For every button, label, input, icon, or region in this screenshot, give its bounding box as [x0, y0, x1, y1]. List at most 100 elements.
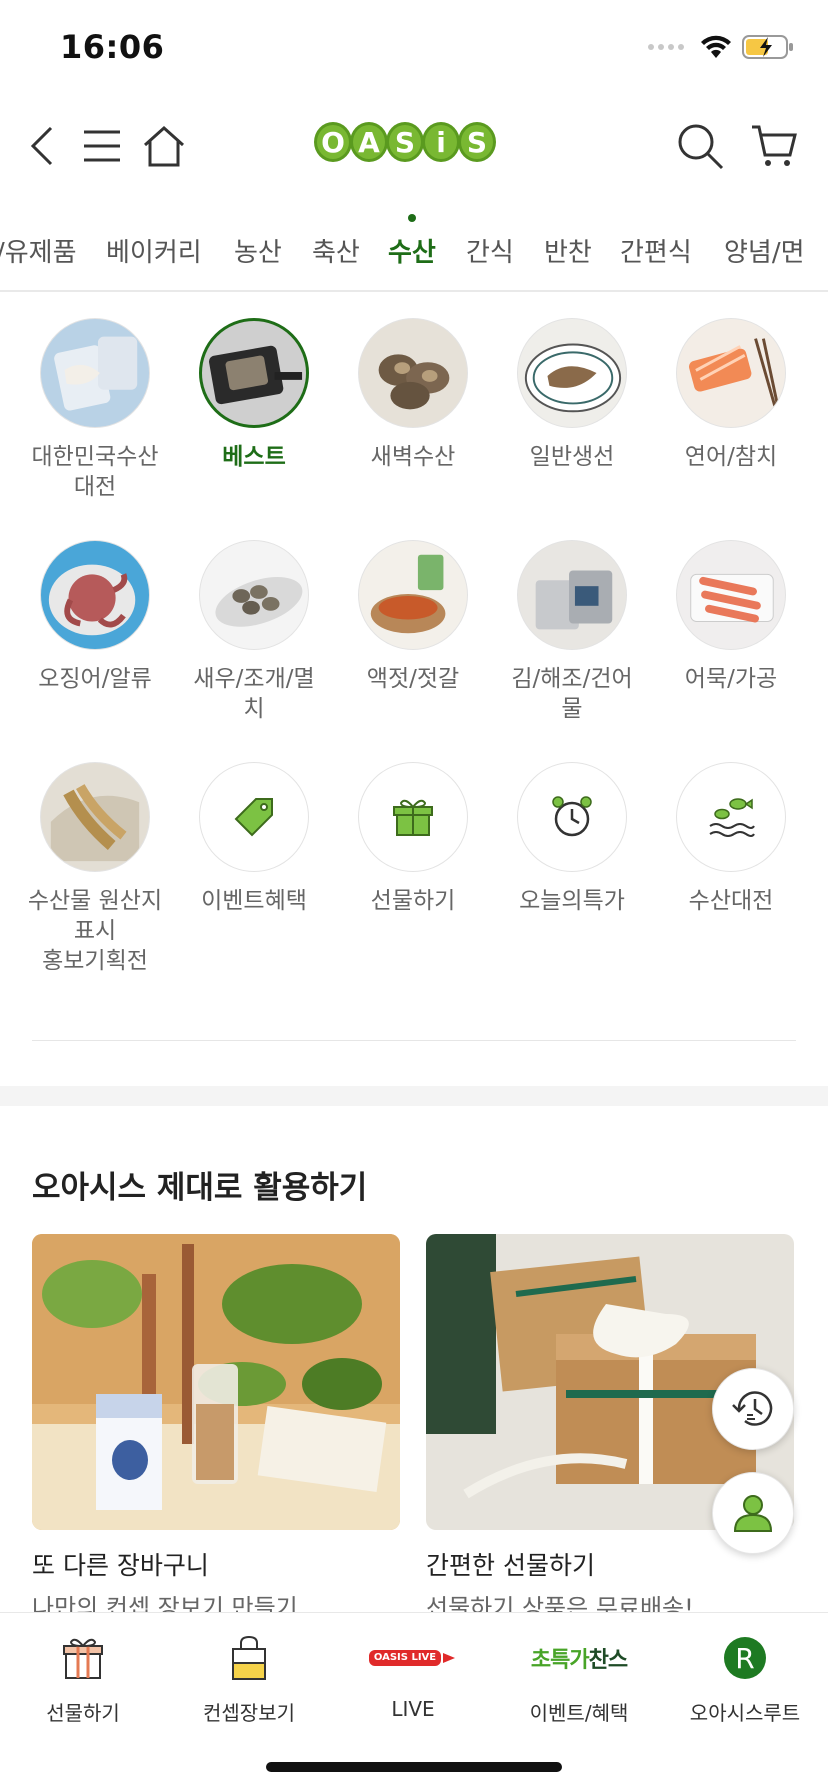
app-header: O A S i S: [0, 100, 828, 192]
subcategory-label: 선물하기: [370, 888, 456, 914]
subcategory-item[interactable]: 연어/참치: [651, 318, 811, 472]
gift-icon: [393, 799, 433, 836]
tab-meat[interactable]: 축산: [312, 232, 360, 269]
subcategory-image: [358, 318, 468, 428]
subcategory-label: 오늘의특가: [519, 888, 625, 914]
subcategory-item-gift[interactable]: 선물하기: [333, 762, 493, 916]
nav-label: 컨셉장보기: [203, 1701, 295, 1725]
battery-charging-icon: [742, 35, 793, 59]
subcategory-image: [199, 540, 309, 650]
promo-card-image: [32, 1234, 400, 1530]
tab-dairy[interactable]: /유제품: [0, 232, 77, 269]
subcategory-image: [517, 540, 627, 650]
subcategory-image: [40, 540, 150, 650]
logo-letter: A: [350, 122, 388, 162]
subcategory-item[interactable]: 수산물 원산지 표시 홍보기획전: [15, 762, 175, 976]
subcategory-icon-circle: [358, 762, 468, 872]
tab-produce[interactable]: 농산: [234, 232, 282, 269]
subcategory-label: 이벤트혜택: [201, 888, 307, 914]
promo-card-list: 또 다른 장바구니 나만의 컨셉 장보기 만들기 간편한 선물하기 선물하기 상…: [32, 1234, 828, 1622]
promo-card-concept-cart[interactable]: 또 다른 장바구니 나만의 컨셉 장보기 만들기: [32, 1234, 400, 1623]
subcategory-item[interactable]: 김/해조/건어 물: [492, 540, 652, 724]
divider: [32, 1040, 796, 1041]
subcategory-item[interactable]: 오징어/알류: [15, 540, 175, 694]
subcategory-label: 수산대전: [688, 888, 774, 914]
route-r-icon: R: [724, 1637, 766, 1679]
tab-bakery[interactable]: 베이커리: [106, 232, 202, 269]
chevron-left-icon: [30, 126, 53, 166]
search-icon: [678, 124, 724, 170]
subcategory-icon-circle: [517, 762, 627, 872]
home-button[interactable]: [138, 120, 190, 172]
subcategory-label: 연어/참치: [684, 444, 778, 470]
cellular-signal-icon: [648, 44, 684, 50]
tab-seafood[interactable]: 수산: [388, 232, 436, 269]
nav-oasis-route[interactable]: R 오아시스루트: [662, 1629, 828, 1726]
subcategory-icon-circle: [676, 762, 786, 872]
subcategory-image: [40, 762, 150, 872]
subcategory-label: 일반생선: [529, 444, 615, 470]
subcategory-item-event[interactable]: 이벤트혜택: [174, 762, 334, 916]
logo-letter: S: [386, 122, 424, 162]
hamburger-menu-icon: [84, 130, 120, 162]
subcategory-icon-circle: [199, 762, 309, 872]
promo-card-title: 또 다른 장바구니: [32, 1551, 209, 1580]
deal-badge-dark: 찬스: [588, 1648, 628, 1673]
subcategory-label: 새벽수산: [370, 444, 456, 470]
subcategory-label: 새우/조개/멸 치: [193, 666, 315, 722]
nav-events[interactable]: 초특가찬스 이벤트/혜택: [496, 1629, 662, 1726]
route-r-letter: R: [735, 1641, 755, 1675]
live-badge: OASIS LIVE: [368, 1650, 442, 1666]
subcategory-label: 김/해조/건어 물: [511, 666, 633, 722]
home-icon: [143, 125, 185, 167]
nav-gift[interactable]: 선물하기: [0, 1629, 166, 1726]
tab-snacks[interactable]: 간식: [466, 232, 514, 269]
subcategory-label: 대한민국수산 대전: [31, 444, 159, 500]
tab-convenience-food[interactable]: 간편식: [620, 232, 692, 269]
subcategory-item[interactable]: 대한민국수산 대전: [15, 318, 175, 502]
subcategory-item[interactable]: 액젓/젓갈: [333, 540, 493, 694]
subcategory-label: 수산물 원산지 표시 홍보기획전: [27, 888, 163, 974]
subcategory-item-seafood-festival[interactable]: 수산대전: [651, 762, 811, 916]
subcategory-label: 베스트: [222, 444, 286, 470]
nav-label: 이벤트/혜택: [529, 1701, 629, 1725]
tab-seasoning-noodles[interactable]: 양념/면: [724, 232, 805, 269]
nav-label: LIVE: [391, 1697, 435, 1721]
home-indicator[interactable]: [266, 1762, 562, 1772]
subcategory-image: [40, 318, 150, 428]
menu-button[interactable]: [76, 120, 128, 172]
search-button[interactable]: [674, 120, 726, 172]
subcategory-item-daily-deal[interactable]: 오늘의특가: [492, 762, 652, 916]
tab-side-dishes[interactable]: 반찬: [544, 232, 592, 269]
subcategory-item[interactable]: 새우/조개/멸 치: [174, 540, 334, 724]
nav-concept-shopping[interactable]: 컨셉장보기: [166, 1629, 332, 1726]
super-deal-chance-icon: 초특가찬스: [530, 1642, 628, 1674]
status-time: 16:06: [60, 28, 165, 66]
subcategory-image: [199, 318, 309, 428]
section-title: 오아시스 제대로 활용하기: [32, 1170, 368, 1206]
shopping-bag-icon: [232, 1635, 266, 1680]
fish-waves-icon: [709, 798, 755, 837]
subcategory-item[interactable]: 일반생선: [492, 318, 652, 472]
oasis-logo[interactable]: O A S i S: [314, 122, 496, 174]
subcategory-item[interactable]: 어묵/가공: [651, 540, 811, 694]
subcategory-item-selected[interactable]: 베스트: [174, 318, 334, 472]
my-page-button[interactable]: [712, 1472, 794, 1554]
subcategory-image: [517, 318, 627, 428]
cart-button[interactable]: [748, 120, 800, 172]
active-tab-indicator: [408, 214, 416, 222]
recently-viewed-button[interactable]: [712, 1368, 794, 1450]
subcategory-label: 액젓/젓갈: [366, 666, 460, 692]
subcategory-item[interactable]: 새벽수산: [333, 318, 493, 472]
gift-icon: [63, 1638, 103, 1679]
nav-label: 오아시스루트: [689, 1701, 801, 1725]
section-separator: [0, 1086, 828, 1106]
subcategory-label: 어묵/가공: [684, 666, 778, 692]
logo-letter: i: [422, 122, 460, 162]
logo-letter: O: [314, 122, 352, 162]
nav-live[interactable]: OASIS LIVE LIVE: [330, 1629, 496, 1721]
nav-label: 선물하기: [46, 1701, 120, 1725]
history-clock-icon: [732, 1391, 773, 1426]
deal-badge-green: 초특가: [530, 1648, 590, 1673]
back-button[interactable]: [16, 120, 68, 172]
